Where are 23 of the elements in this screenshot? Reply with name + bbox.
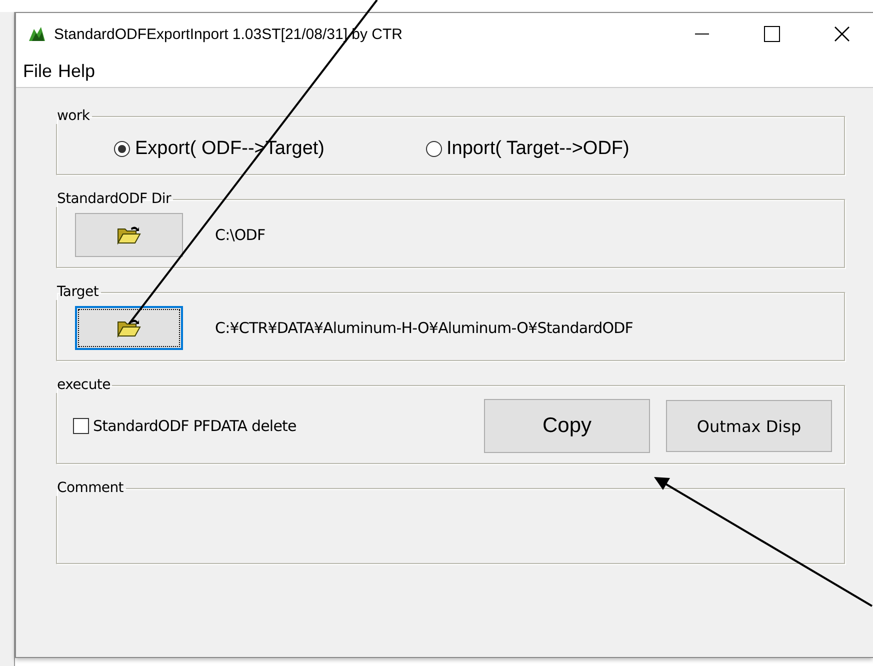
delete-checkbox[interactable]: StandardODF PFDATA delete (73, 417, 468, 435)
menu-item[interactable]: File (20, 60, 56, 82)
action-button[interactable]: Copy (484, 399, 650, 453)
minimize-icon[interactable] (695, 33, 709, 35)
browse-button[interactable] (75, 213, 183, 257)
menu-item[interactable]: Help (55, 60, 98, 82)
folder-path: C:¥CTR¥DATA¥Aluminum-H-O¥Aluminum-O¥StandardODF (215, 319, 634, 337)
radio-option[interactable]: Inport( Target-->ODF) (424, 138, 630, 160)
group-title: work (56, 108, 91, 124)
close-icon[interactable] (834, 26, 850, 42)
group-title: Target (56, 284, 100, 300)
radio-icon (113, 140, 131, 158)
action-button[interactable]: Outmax Disp (666, 400, 832, 452)
folder-icon (117, 225, 141, 245)
group-title: StandardODF Dir (56, 191, 172, 207)
radio-icon (424, 140, 443, 158)
folder-icon (117, 318, 141, 338)
browse-button[interactable] (75, 306, 183, 350)
maximize-icon[interactable] (764, 26, 780, 42)
group-title: Comment (56, 480, 124, 496)
app-icon (28, 26, 46, 42)
folder-path: C:\ODF (215, 226, 266, 244)
group-title: execute (56, 377, 112, 393)
